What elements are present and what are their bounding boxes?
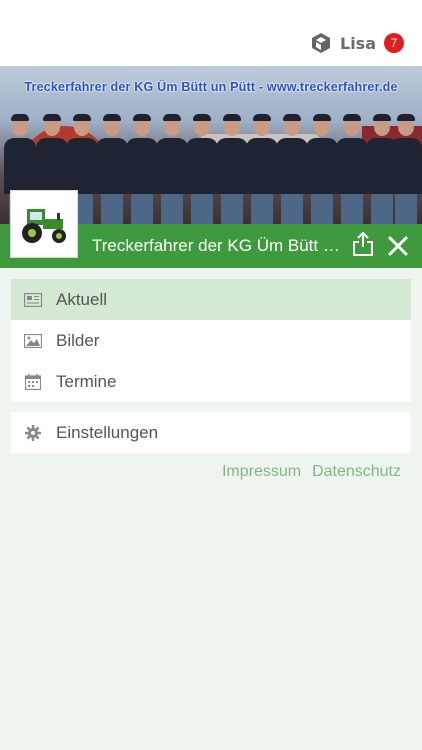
user-name: Lisa bbox=[340, 33, 376, 53]
calendar-icon bbox=[24, 373, 42, 390]
menu-item-label: Einstellungen bbox=[56, 422, 159, 442]
menu-item-einstellungen[interactable]: Einstellungen bbox=[11, 412, 411, 453]
datenschutz-link[interactable]: Datenschutz bbox=[312, 463, 401, 481]
impressum-link[interactable]: Impressum bbox=[222, 463, 301, 481]
share-icon[interactable] bbox=[352, 232, 374, 256]
header-banner-text: Treckerfahrer der KG Üm Bütt un Pütt - w… bbox=[24, 80, 398, 94]
newspaper-icon bbox=[24, 292, 42, 308]
tractor-icon bbox=[22, 209, 66, 243]
club-title: Treckerfahrer der KG Üm Bütt un Pütt bbox=[92, 236, 344, 255]
top-bar: Lisa 7 bbox=[0, 0, 422, 66]
menu-item-label: Aktuell bbox=[56, 289, 108, 309]
menu-item-label: Termine bbox=[56, 371, 117, 391]
image-icon bbox=[24, 333, 42, 349]
navigation-menu: Aktuell Bilder Termine bbox=[11, 279, 411, 402]
user-account[interactable]: Lisa 7 bbox=[310, 32, 404, 54]
menu-item-aktuell[interactable]: Aktuell bbox=[11, 279, 411, 320]
settings-menu: Einstellungen bbox=[11, 412, 411, 453]
footer-links: Impressum Datenschutz bbox=[222, 463, 401, 481]
menu-item-bilder[interactable]: Bilder bbox=[11, 320, 411, 361]
club-logo bbox=[10, 190, 78, 258]
notification-badge[interactable]: 7 bbox=[384, 33, 404, 53]
close-icon[interactable] bbox=[388, 236, 408, 256]
menu-item-termine[interactable]: Termine bbox=[11, 361, 411, 402]
hexagon-logo-icon bbox=[312, 33, 330, 53]
menu-item-label: Bilder bbox=[56, 330, 100, 350]
gear-icon bbox=[24, 424, 42, 441]
